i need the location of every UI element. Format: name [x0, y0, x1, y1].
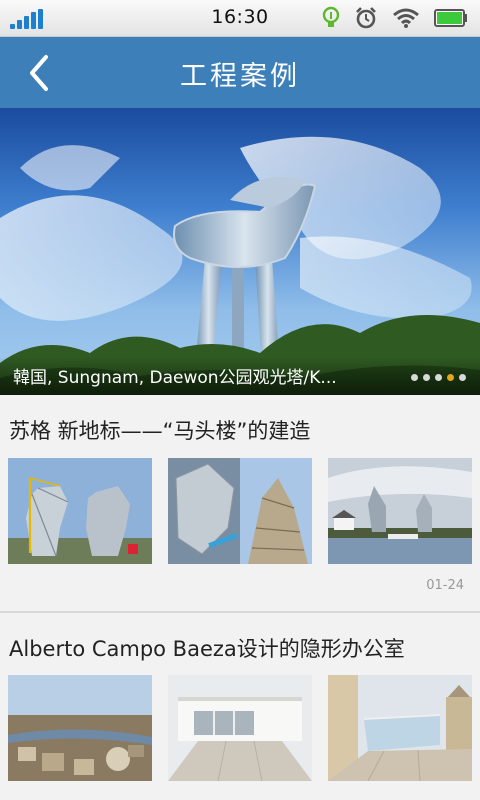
slide-dot-active[interactable]: [447, 374, 454, 381]
article-title[interactable]: 苏格 新地标——“马头楼”的建造: [9, 415, 310, 445]
slide-dot[interactable]: [459, 374, 466, 381]
article-card[interactable]: 苏格 新地标——“马头楼”的建造 01-24: [0, 395, 480, 611]
banner-caption-bar: 韓国, Sungnam, Daewon公园观光塔/K...: [0, 357, 480, 395]
kelpies-sculptures-photo[interactable]: [8, 458, 152, 564]
slide-dot[interactable]: [435, 374, 442, 381]
slide-dot[interactable]: [411, 374, 418, 381]
article-card[interactable]: Alberto Campo Baeza设计的隐形办公室: [0, 613, 480, 800]
kelpie-head-under-construction-photo[interactable]: [168, 458, 312, 564]
article-title[interactable]: Alberto Campo Baeza设计的隐形办公室: [9, 633, 405, 663]
status-bar: 16:30: [0, 0, 480, 37]
kelpies-by-canal-photo[interactable]: [328, 458, 472, 564]
title-bar: 工程案例: [0, 37, 480, 108]
white-building-render-photo[interactable]: [168, 675, 312, 781]
page-title: 工程案例: [180, 61, 300, 92]
article-date: 01-24: [426, 578, 464, 593]
wifi-icon: [393, 8, 419, 28]
battery-icon: [434, 9, 467, 27]
bulb-icon: [322, 6, 340, 27]
alarm-icon: [356, 7, 376, 29]
aerial-city-photo[interactable]: [8, 675, 152, 781]
observation-tower-photo: [0, 136, 480, 395]
glass-pavilion-render-photo[interactable]: [328, 675, 472, 781]
slide-indicator: [411, 374, 466, 381]
banner-slider[interactable]: 韓国, Sungnam, Daewon公园观光塔/K...: [0, 108, 480, 395]
slide-dot[interactable]: [423, 374, 430, 381]
banner-caption: 韓国, Sungnam, Daewon公园观光塔/K...: [13, 368, 337, 388]
